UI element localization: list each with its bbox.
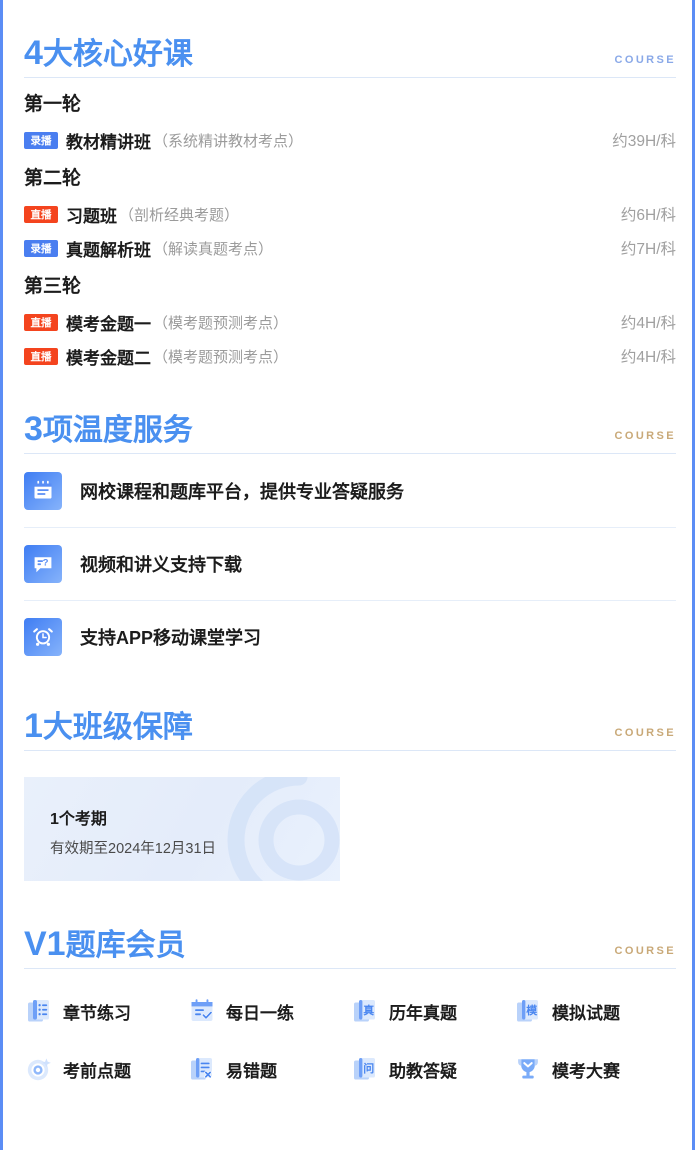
service-text: 网校课程和题库平台，提供专业答疑服务 (80, 481, 404, 502)
section-kicker-member: COURSE (614, 945, 676, 957)
service-row-alarm-clock[interactable]: 支持APP移动课堂学习 (24, 600, 676, 673)
course-sub: （剖析经典考题） (119, 206, 240, 224)
target-icon (24, 1054, 54, 1084)
course-badge: 录播 (24, 239, 58, 257)
course-badge: 直播 (24, 205, 58, 223)
section-rule-guarantee (24, 750, 676, 751)
course-sub: （模考题预测考点） (153, 314, 289, 332)
member-item-label: 考前点题 (63, 1061, 131, 1081)
service-text: 视频和讲义支持下载 (80, 555, 242, 575)
section-title-member: V1题库会员 (24, 927, 186, 963)
course-row[interactable]: 录播 真题解析班 （解读真题考点） 约7H/科 (24, 232, 676, 264)
course-name: 模考金题二 (66, 348, 151, 368)
course-row[interactable]: 直播 习题班 （剖析经典考题） 约6H/科 (24, 198, 676, 230)
section-kicker-service: COURSE (614, 430, 676, 442)
section-rule-course (24, 77, 676, 78)
member-item-label: 易错题 (226, 1061, 277, 1081)
member-item-chapter-practice[interactable]: 章节练习 (24, 991, 187, 1031)
svg-text:模: 模 (526, 1003, 538, 1017)
section-header-member: V1题库会员 COURSE (24, 913, 676, 969)
course-badge: 直播 (24, 347, 58, 365)
guarantee-card-title: 1个考期 (50, 811, 107, 828)
round-title-2: 第二轮 (24, 168, 82, 189)
round-title-1: 第一轮 (24, 94, 82, 115)
section-title-service-lead: 3 (24, 410, 43, 448)
section-title-guarantee-lead: 1 (24, 707, 43, 745)
course-hours: 约7H/科 (620, 241, 676, 258)
course-name: 习题班 (66, 206, 117, 226)
course-name: 模考金题一 (66, 314, 151, 334)
section-title-member-rest: 题库会员 (65, 929, 186, 962)
course-badge: 直播 (24, 313, 58, 331)
member-item-daily-practice[interactable]: 每日一练 (187, 991, 350, 1031)
svg-text:真: 真 (363, 1003, 374, 1017)
course-list: 第一轮 录播 教材精讲班 （系统精讲教材考点） 约39H/科 第二轮 直播 习题… (24, 94, 676, 372)
service-text: 支持APP移动课堂学习 (80, 628, 262, 648)
course-hours: 约6H/科 (620, 207, 676, 224)
service-row-notebook[interactable]: 网校课程和题库平台，提供专业答疑服务 (24, 454, 676, 527)
member-item-label: 模拟试题 (552, 1003, 620, 1023)
course-hours: 约39H/科 (612, 133, 676, 150)
member-item-mock-exams[interactable]: 模 模拟试题 (513, 991, 676, 1031)
section-rule-member (24, 968, 676, 969)
member-item-pre-exam-tips[interactable]: 考前点题 (24, 1049, 187, 1089)
section-title-service: 3项温度服务 (24, 412, 193, 448)
svg-text:?: ? (43, 558, 49, 569)
course-name: 真题解析班 (66, 240, 151, 260)
guarantee-card-sub: 有效期至2024年12月31日 (50, 841, 217, 857)
course-row[interactable]: 直播 模考金题一 （模考题预测考点） 约4H/科 (24, 306, 676, 338)
member-item-label: 每日一练 (226, 1003, 294, 1023)
member-item-label: 章节练习 (63, 1003, 131, 1023)
section-title-member-lead: V1 (24, 925, 66, 963)
course-row[interactable]: 录播 教材精讲班 （系统精讲教材考点） 约39H/科 (24, 124, 676, 156)
daily-check-icon (187, 996, 217, 1026)
service-list: 网校课程和题库平台，提供专业答疑服务 ? 视频和讲义支持下载 支持APP移动课堂… (24, 454, 676, 673)
ring-watermark-decoration (227, 777, 340, 881)
course-sub: （系统精讲教材考点） (153, 132, 304, 150)
section-header-service: 3项温度服务 COURSE (24, 398, 676, 454)
section-header-course: 4大核心好课 COURSE (24, 22, 676, 78)
section-title-course: 4大核心好课 (24, 36, 193, 72)
member-item-mock-contest[interactable]: 模考大赛 (513, 1049, 676, 1089)
service-row-chat-question[interactable]: ? 视频和讲义支持下载 (24, 527, 676, 600)
mock-exam-icon: 模 (513, 996, 543, 1026)
member-benefit-grid: 章节练习 每日一练 真 历年真题 模 模拟试题 考前点题 易错题 问 助教答疑 … (24, 991, 676, 1089)
member-item-label: 助教答疑 (389, 1061, 457, 1081)
section-kicker-guarantee: COURSE (614, 727, 676, 739)
course-badge: 录播 (24, 131, 58, 149)
guarantee-card[interactable]: 1个考期 有效期至2024年12月31日 (24, 777, 340, 881)
course-sub: （模考题预测考点） (153, 348, 289, 366)
course-sub: （解读真题考点） (153, 240, 274, 258)
section-title-guarantee: 1大班级保障 (24, 709, 193, 745)
member-item-label: 模考大赛 (552, 1061, 620, 1081)
chapter-list-icon (24, 996, 54, 1026)
wrong-question-icon (187, 1054, 217, 1084)
chat-question-icon: ? (24, 545, 62, 583)
section-header-guarantee: 1大班级保障 COURSE (24, 695, 676, 751)
round-title-3: 第三轮 (24, 276, 82, 297)
member-item-past-exams[interactable]: 真 历年真题 (350, 991, 513, 1031)
alarm-clock-icon (24, 618, 62, 656)
course-hours: 约4H/科 (620, 349, 676, 366)
section-title-guarantee-rest: 大班级保障 (42, 711, 193, 744)
section-kicker-course: COURSE (614, 54, 676, 66)
svg-text:问: 问 (363, 1061, 374, 1075)
assistant-qa-icon: 问 (350, 1054, 380, 1084)
left-edge-rail (0, 0, 3, 1150)
trophy-icon (513, 1054, 543, 1084)
member-item-assistant-qa[interactable]: 问 助教答疑 (350, 1049, 513, 1089)
section-title-course-rest: 大核心好课 (42, 38, 193, 71)
member-item-label: 历年真题 (389, 1003, 457, 1023)
section-title-course-lead: 4 (24, 34, 43, 72)
content-container: 4大核心好课 COURSE 第一轮 录播 教材精讲班 （系统精讲教材考点） 约3… (24, 0, 676, 1150)
course-detail-page: 4大核心好课 COURSE 第一轮 录播 教材精讲班 （系统精讲教材考点） 约3… (0, 0, 700, 1150)
course-row[interactable]: 直播 模考金题二 （模考题预测考点） 约4H/科 (24, 340, 676, 372)
right-edge-rail (692, 0, 695, 1150)
course-name: 教材精讲班 (66, 132, 151, 152)
course-hours: 约4H/科 (620, 315, 676, 332)
member-item-wrong-questions[interactable]: 易错题 (187, 1049, 350, 1089)
notebook-icon (24, 471, 62, 510)
real-exam-icon: 真 (350, 996, 380, 1026)
section-title-service-rest: 项温度服务 (42, 414, 193, 447)
